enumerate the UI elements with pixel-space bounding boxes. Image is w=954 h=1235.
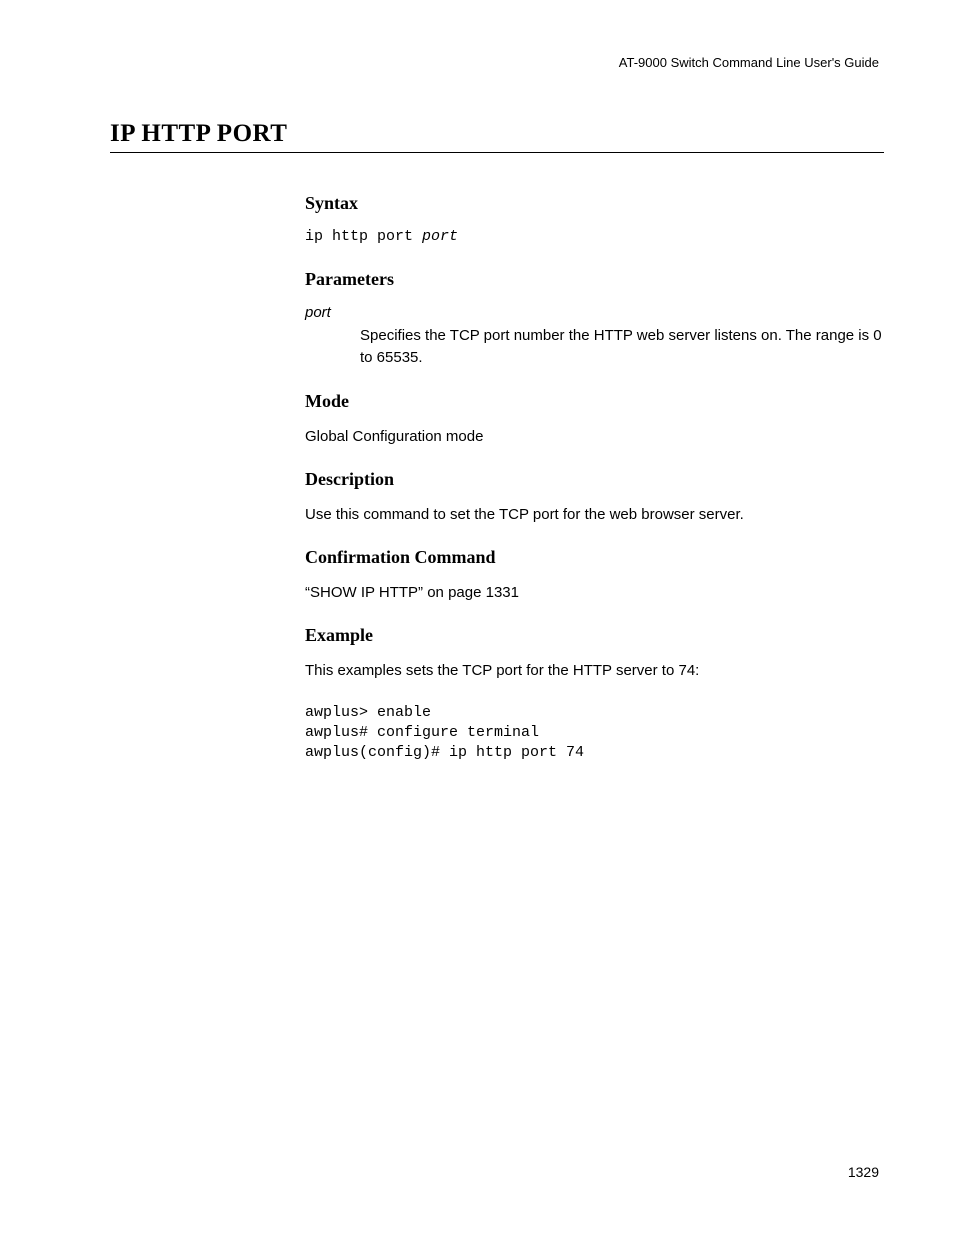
description-text: Use this command to set the TCP port for… xyxy=(305,504,884,525)
description-heading: Description xyxy=(305,469,884,490)
param-description: Specifies the TCP port number the HTTP w… xyxy=(360,325,884,369)
content-body: Syntax ip http port port Parameters port… xyxy=(305,193,884,763)
syntax-param-text: port xyxy=(422,228,458,245)
mode-heading: Mode xyxy=(305,391,884,412)
param-name: port xyxy=(305,304,884,321)
example-code-block: awplus> enable awplus# configure termina… xyxy=(305,703,884,764)
example-heading: Example xyxy=(305,625,884,646)
document-header: AT-9000 Switch Command Line User's Guide xyxy=(110,55,884,70)
mode-text: Global Configuration mode xyxy=(305,426,884,447)
parameters-heading: Parameters xyxy=(305,269,884,290)
syntax-command: ip http port port xyxy=(305,228,884,245)
page-number: 1329 xyxy=(848,1164,879,1180)
page-title: IP HTTP PORT xyxy=(110,120,884,153)
confirmation-heading: Confirmation Command xyxy=(305,547,884,568)
syntax-heading: Syntax xyxy=(305,193,884,214)
confirmation-text: “SHOW IP HTTP” on page 1331 xyxy=(305,582,884,603)
syntax-base-text: ip http port xyxy=(305,228,422,245)
example-intro: This examples sets the TCP port for the … xyxy=(305,660,884,681)
